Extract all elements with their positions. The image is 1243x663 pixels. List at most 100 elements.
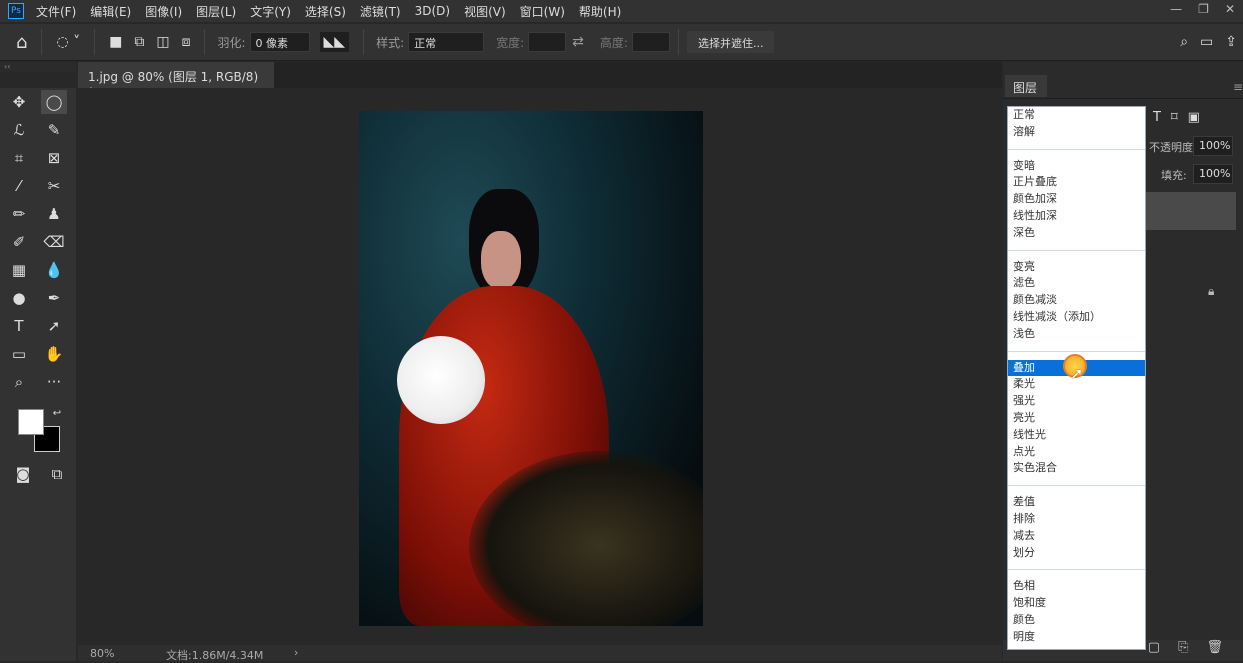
layers-tab[interactable]: 图层 (1005, 75, 1047, 97)
menu-view[interactable]: 视图(V) (464, 3, 506, 20)
hand-tool-icon[interactable]: ✋ (41, 342, 67, 366)
quick-mask-icon[interactable]: ◙ (10, 462, 36, 486)
add-selection-icon[interactable]: ⧉ (134, 34, 144, 50)
blend-mode-option[interactable]: 颜色 (1008, 612, 1145, 629)
blend-mode-option[interactable]: 颜色加深 (1008, 191, 1145, 208)
menu-filter[interactable]: 滤镜(T) (360, 3, 401, 20)
blend-mode-option[interactable]: 浅色 (1008, 326, 1145, 343)
move-tool-icon[interactable]: ✥ (6, 90, 32, 114)
height-input[interactable] (631, 32, 670, 52)
home-icon[interactable]: ⌂ (16, 32, 27, 53)
brush-tool-icon[interactable]: ✏ (6, 202, 32, 226)
blend-mode-option[interactable]: 明度 (1008, 629, 1145, 646)
menu-edit[interactable]: 编辑(E) (90, 3, 131, 20)
lasso-tool-icon[interactable]: ℒ (6, 118, 32, 142)
search-icon[interactable]: ⌕ (1180, 34, 1188, 50)
blend-mode-option[interactable]: 变暗 (1008, 158, 1145, 175)
history-brush-icon[interactable]: ✐ (6, 230, 32, 254)
photo-lantern (397, 336, 485, 424)
menu-file[interactable]: 文件(F) (36, 3, 76, 20)
workspace-icon[interactable]: ▭ (1200, 34, 1213, 50)
zoom-tool-icon[interactable]: ⌕ (6, 370, 32, 394)
style-select[interactable]: 正常 (408, 32, 485, 52)
new-selection-icon[interactable]: ■ (109, 34, 122, 50)
eyedropper-tool-icon[interactable]: ⁄ (6, 174, 32, 198)
divider (204, 29, 206, 55)
opacity-input[interactable]: 100% (1193, 136, 1233, 156)
blend-mode-option[interactable]: 减去 (1008, 528, 1145, 545)
minimize-icon[interactable]: — (1170, 2, 1182, 16)
new-layer-icon[interactable]: ⎘ (1178, 640, 1188, 661)
blend-mode-option[interactable]: 颜色减淡 (1008, 292, 1145, 309)
menu-image[interactable]: 图像(I) (145, 3, 182, 20)
path-selection-icon[interactable]: ➚ (41, 314, 67, 338)
elliptical-marquee-icon[interactable]: ◌ ˅ (56, 34, 80, 50)
blend-mode-option[interactable]: 正常 (1008, 107, 1145, 124)
type-filter-icon[interactable]: T (1153, 110, 1161, 125)
blend-mode-option[interactable]: 亮光 (1008, 410, 1145, 427)
healing-tool-icon[interactable]: ✂ (41, 174, 67, 198)
subtract-selection-icon[interactable]: ◫ (156, 34, 169, 50)
new-group-icon[interactable]: ▢ (1148, 640, 1160, 661)
menu-help[interactable]: 帮助(H) (579, 3, 621, 20)
type-tool-icon[interactable]: T (6, 314, 32, 338)
blend-mode-option[interactable]: 强光 (1008, 393, 1145, 410)
eraser-tool-icon[interactable]: ⌫ (41, 230, 67, 254)
blend-mode-option[interactable]: 正片叠底 (1008, 174, 1145, 191)
blend-mode-option[interactable]: 饱和度 (1008, 595, 1145, 612)
menu-type[interactable]: 文字(Y) (250, 3, 291, 20)
shape-filter-icon[interactable]: ⌑ (1171, 110, 1178, 125)
select-and-mask-button[interactable]: 选择并遮住... (686, 31, 775, 53)
blend-mode-option[interactable]: 线性减淡（添加） (1008, 309, 1145, 326)
blend-mode-option[interactable]: 划分 (1008, 545, 1145, 562)
menu-3d[interactable]: 3D(D) (415, 4, 450, 18)
more-tools-icon[interactable]: ··· (41, 370, 67, 394)
blend-mode-option[interactable]: 色相 (1008, 578, 1145, 595)
delete-layer-icon[interactable]: 🗑︎ (1206, 640, 1223, 661)
fill-input[interactable]: 100% (1193, 164, 1233, 184)
rectangle-tool-icon[interactable]: ▭ (6, 342, 32, 366)
swap-icon[interactable]: ⇄ (572, 34, 584, 50)
quick-selection-tool-icon[interactable]: ✎ (41, 118, 67, 142)
share-icon[interactable]: ⇪ (1225, 34, 1237, 50)
close-icon[interactable]: ✕ (1225, 2, 1235, 16)
smart-object-filter-icon[interactable]: ▣ (1188, 110, 1200, 125)
intersect-selection-icon[interactable]: ⧈ (182, 34, 191, 50)
menu-window[interactable]: 窗口(W) (520, 3, 565, 20)
dodge-tool-icon[interactable]: ● (6, 286, 32, 310)
restore-icon[interactable]: ❐ (1198, 2, 1209, 16)
blend-mode-option[interactable]: 线性加深 (1008, 208, 1145, 225)
menu-select[interactable]: 选择(S) (305, 3, 346, 20)
blend-mode-option[interactable]: 深色 (1008, 225, 1145, 242)
gradient-tool-icon[interactable]: ▦ (6, 258, 32, 282)
antialias-icon[interactable]: ◣◣ (319, 32, 350, 52)
menu-layer[interactable]: 图层(L) (196, 3, 236, 20)
pen-tool-icon[interactable]: ✒ (41, 286, 67, 310)
blend-mode-option[interactable]: 差值 (1008, 494, 1145, 511)
screen-mode-icon[interactable]: ⧉ (44, 462, 70, 486)
frame-tool-icon[interactable]: ⊠ (41, 146, 67, 170)
blur-tool-icon[interactable]: 💧 (41, 258, 67, 282)
feather-input[interactable]: 0 像素 (249, 32, 310, 52)
blend-mode-option[interactable]: 变亮 (1008, 259, 1145, 276)
ellipse-marquee-tool-icon[interactable]: ◯ (41, 90, 67, 114)
status-menu-arrow[interactable]: › (294, 646, 298, 659)
foreground-color-swatch[interactable] (18, 409, 44, 435)
document-image[interactable] (359, 111, 703, 626)
panel-menu-icon[interactable]: ≡ (1233, 80, 1243, 94)
stamp-tool-icon[interactable]: ♟ (41, 202, 67, 226)
zoom-level[interactable]: 80% (90, 647, 114, 660)
swap-colors-icon[interactable]: ↩ (44, 402, 70, 426)
collapse-toggle[interactable]: ‹‹ (0, 62, 76, 72)
blend-mode-option[interactable]: 实色混合 (1008, 460, 1145, 477)
crop-tool-icon[interactable]: ⌗ (6, 146, 32, 170)
document-tab[interactable]: 1.jpg @ 80% (图层 1, RGB/8) * × (78, 62, 274, 99)
photo-face (481, 231, 521, 289)
width-input[interactable] (528, 32, 567, 52)
layer-row-selected[interactable] (1146, 192, 1236, 230)
blend-mode-option[interactable]: 排除 (1008, 511, 1145, 528)
blend-mode-option[interactable]: 滤色 (1008, 275, 1145, 292)
blend-mode-option[interactable]: 点光 (1008, 444, 1145, 461)
blend-mode-option[interactable]: 溶解 (1008, 124, 1145, 141)
blend-mode-option[interactable]: 线性光 (1008, 427, 1145, 444)
